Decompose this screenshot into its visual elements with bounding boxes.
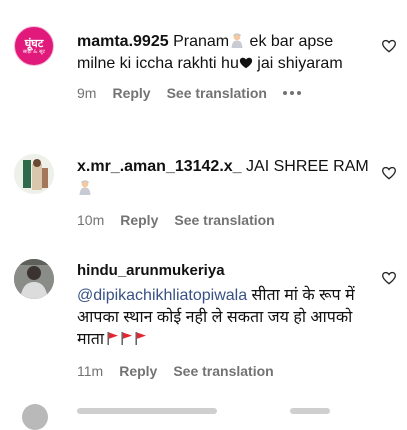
- red-flag-emoji-icon: [121, 332, 132, 345]
- comment-text: hindu_arunmukeriya: [77, 260, 372, 282]
- reply-button[interactable]: Reply: [120, 212, 158, 228]
- mention-link[interactable]: @dipikachikhliatopiwala: [77, 287, 247, 304]
- avatar-photo: [14, 154, 54, 194]
- comment-username[interactable]: hindu_arunmukeriya: [77, 262, 225, 279]
- avatar-photo: [14, 259, 54, 299]
- more-horizontal-icon[interactable]: [282, 91, 301, 95]
- black-heart-emoji-icon: [239, 57, 252, 69]
- comment-username[interactable]: x.mr_.aman_13142.x_: [77, 158, 242, 175]
- avatar[interactable]: [22, 404, 48, 430]
- comment-meta: 10m Reply See translation: [77, 210, 372, 230]
- comment-timestamp: 11m: [77, 363, 104, 379]
- praying-person-emoji-icon: [231, 33, 243, 48]
- comment-body-end: jai shiyaram: [252, 55, 343, 72]
- avatar-logo: घूंघट साड़ी & सूट: [23, 38, 45, 55]
- heart-outline-icon[interactable]: [381, 165, 397, 181]
- reply-button[interactable]: Reply: [112, 85, 150, 101]
- avatar[interactable]: [14, 259, 54, 299]
- next-comment-preview: [290, 408, 330, 414]
- avatar[interactable]: [14, 154, 54, 194]
- comment-body: @dipikachikhliatopiwala सीता मां के रूप …: [77, 285, 372, 351]
- comment-timestamp: 10m: [77, 212, 105, 228]
- heart-outline-icon[interactable]: [381, 270, 397, 286]
- heart-outline-icon[interactable]: [381, 38, 397, 54]
- comment-username[interactable]: mamta.9925: [77, 33, 169, 50]
- red-flag-emoji-icon: [107, 332, 118, 345]
- avatar-logo-text: घूंघट: [24, 36, 44, 50]
- see-translation-button[interactable]: See translation: [173, 363, 273, 379]
- avatar-logo-subtext: साड़ी & सूट: [22, 48, 46, 55]
- praying-person-emoji-icon: [79, 180, 91, 195]
- next-comment-preview: [77, 408, 217, 414]
- red-flag-emoji-icon: [135, 332, 146, 345]
- comment-meta: 11m Reply See translation: [77, 361, 372, 381]
- see-translation-button[interactable]: See translation: [167, 85, 267, 101]
- comment-text: mamta.9925 Pranam ek bar apse milne ki i…: [77, 31, 372, 75]
- comment-text: x.mr_.aman_13142.x_ JAI SHREE RAM: [77, 156, 372, 200]
- comment-timestamp: 9m: [77, 85, 97, 101]
- comment-meta: 9m Reply See translation: [77, 83, 372, 103]
- avatar[interactable]: घूंघट साड़ी & सूट: [14, 26, 54, 66]
- comment-body-start: Pranam: [173, 33, 230, 50]
- see-translation-button[interactable]: See translation: [174, 212, 274, 228]
- reply-button[interactable]: Reply: [119, 363, 157, 379]
- comment-body: JAI SHREE RAM: [246, 158, 369, 175]
